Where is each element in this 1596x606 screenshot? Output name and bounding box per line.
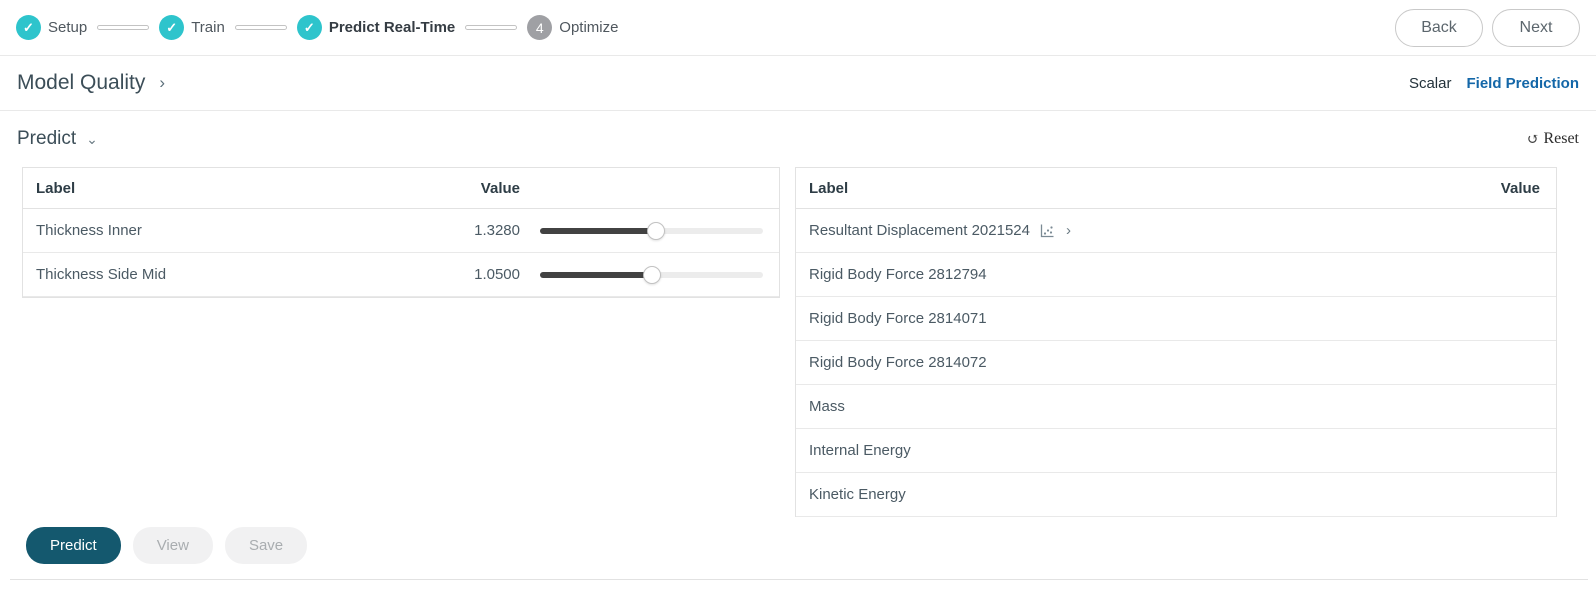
output-label-text: Resultant Displacement 2021524	[809, 222, 1030, 239]
stepper-connector	[465, 25, 518, 30]
step-label: Predict Real-Time	[328, 19, 456, 36]
table-row: Rigid Body Force 2814071	[796, 297, 1556, 341]
slider-fill	[540, 271, 652, 278]
table-row: Resultant Displacement 2021524 ›	[796, 209, 1556, 253]
step-label: Train	[191, 19, 225, 36]
table-row: Internal Energy	[796, 429, 1556, 473]
back-button[interactable]: Back	[1395, 8, 1483, 47]
section-divider	[10, 579, 1588, 580]
tab-field-prediction[interactable]: Field Prediction	[1466, 75, 1579, 92]
step-label: Setup	[48, 19, 88, 36]
table-row: Kinetic Energy	[796, 473, 1556, 517]
input-label: Thickness Inner	[36, 222, 142, 239]
input-value: 1.3280	[474, 222, 520, 239]
slider-fill	[540, 227, 656, 234]
chevron-right-icon[interactable]: ›	[1066, 222, 1071, 239]
stepper-step-optimize[interactable]: 4 Optimize	[527, 15, 618, 40]
reset-button[interactable]: ↺ Reset	[1527, 130, 1579, 149]
output-label: Rigid Body Force 2812794	[796, 266, 1556, 283]
output-label: Internal Energy	[796, 442, 1556, 459]
output-label: Rigid Body Force 2814071	[796, 310, 1556, 327]
column-header-label: Label	[809, 179, 849, 197]
column-header-value: Value	[480, 179, 520, 197]
page-title: Model Quality	[17, 71, 146, 94]
top-bar: ✓ Setup ✓ Train ✓ Predict Real-Time 4 Optimize …	[0, 0, 1596, 56]
input-value: 1.0500	[474, 266, 520, 283]
output-label: Rigid Body Force 2814072	[796, 354, 1556, 371]
output-label-text: Rigid Body Force 2814071	[809, 310, 987, 327]
action-buttons: Predict View Save	[26, 527, 308, 564]
slider-handle[interactable]	[646, 221, 665, 240]
reset-label: Reset	[1543, 130, 1579, 147]
stepper-connector	[234, 25, 287, 30]
value-slider[interactable]	[540, 221, 763, 241]
table-row: Thickness Side Mid 1.0500	[23, 253, 779, 297]
slider-handle[interactable]	[642, 265, 661, 284]
stepper-connector	[97, 25, 150, 30]
output-label: Mass	[796, 398, 1556, 415]
content-area: Label Value Thickness Inner 1.3280 Thickne…	[10, 167, 1588, 606]
table-row: Rigid Body Force 2814072	[796, 341, 1556, 385]
check-icon: ✓	[296, 15, 322, 40]
chevron-down-icon[interactable]: ⌄	[86, 131, 98, 148]
tab-scalar[interactable]: Scalar	[1409, 75, 1452, 92]
outputs-table: Label Value Resultant Displacement 20215…	[795, 167, 1557, 517]
step-number: 4	[527, 15, 553, 40]
reset-icon: ↺	[1526, 131, 1540, 148]
nav-buttons: Back Next	[1395, 8, 1580, 47]
output-label-text: Rigid Body Force 2812794	[809, 266, 987, 283]
outputs-table-header: Label Value	[796, 168, 1556, 209]
input-label: Thickness Side Mid	[36, 266, 167, 283]
output-label-text: Kinetic Energy	[809, 486, 906, 503]
table-row: Thickness Inner 1.3280	[23, 209, 779, 253]
save-button[interactable]: Save	[224, 527, 308, 564]
view-button[interactable]: View	[132, 527, 213, 564]
step-label: Optimize	[559, 19, 619, 36]
table-row: Mass	[796, 385, 1556, 429]
next-button[interactable]: Next	[1492, 8, 1580, 47]
output-label: Kinetic Energy	[796, 486, 1556, 503]
output-label: Resultant Displacement 2021524 ›	[796, 222, 1556, 239]
predict-section-header: Predict ⌄ ↺ Reset	[0, 111, 1596, 167]
check-icon: ✓	[16, 15, 41, 40]
inputs-table: Label Value Thickness Inner 1.3280 Thickne…	[22, 167, 780, 298]
output-label-text: Internal Energy	[809, 442, 911, 459]
stepper-step-train[interactable]: ✓ Train	[159, 15, 225, 40]
scatter-chart-icon[interactable]	[1039, 223, 1055, 239]
column-header-value: Value	[1500, 179, 1540, 197]
predict-button[interactable]: Predict	[26, 527, 121, 564]
stepper-step-predict-real-time[interactable]: ✓ Predict Real-Time	[296, 15, 456, 40]
column-header-label: Label	[36, 179, 76, 197]
inputs-table-header: Label Value	[23, 168, 779, 209]
check-icon: ✓	[159, 15, 185, 40]
value-slider[interactable]	[540, 265, 763, 285]
workflow-stepper: ✓ Setup ✓ Train ✓ Predict Real-Time 4 Optimize	[16, 15, 1395, 40]
model-quality-header: Model Quality › Scalar Field Prediction	[0, 56, 1596, 111]
output-label-text: Rigid Body Force 2814072	[809, 354, 987, 371]
output-label-text: Mass	[809, 398, 845, 415]
chevron-right-icon[interactable]: ›	[159, 73, 165, 93]
predict-title: Predict	[17, 128, 77, 149]
stepper-step-setup[interactable]: ✓ Setup	[16, 15, 87, 40]
table-row: Rigid Body Force 2812794	[796, 253, 1556, 297]
